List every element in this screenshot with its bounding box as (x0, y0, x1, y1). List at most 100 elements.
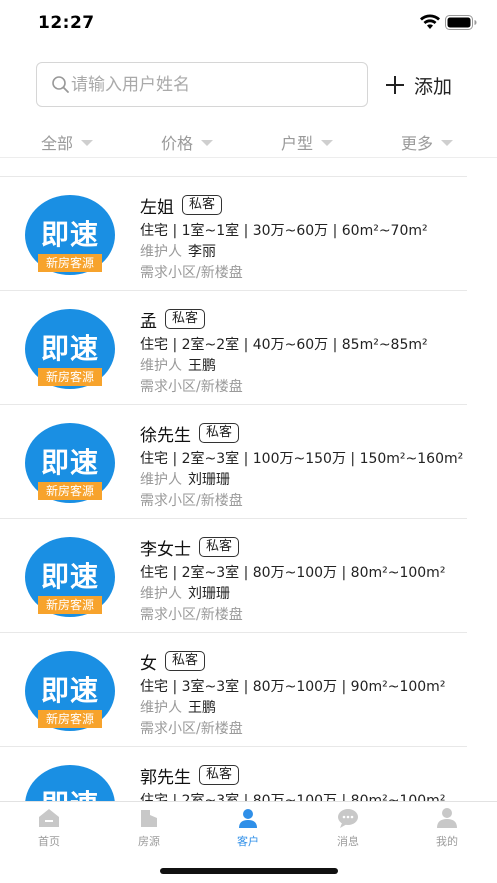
wifi-icon (420, 14, 440, 29)
customer-name: 李女士 (140, 539, 191, 560)
customer-row[interactable]: 即速 新房客源 女 私客 住宅 | 3室~3室 | 80万~100万 | 90m… (0, 633, 497, 747)
logo-text: 即速 (40, 332, 99, 365)
person-icon (239, 809, 257, 828)
caret-down-icon (81, 140, 94, 146)
status-bar: 12:27 (0, 0, 497, 50)
customer-info: 李女士 私客 住宅 | 2室~3室 | 80万~100万 | 80m²~100m… (140, 535, 480, 625)
customer-detail: 住宅 | 1室~1室 | 30万~60万 | 60m²~70m² (140, 223, 428, 239)
private-badge: 私客 (199, 765, 240, 785)
tab-label: 消息 (337, 835, 359, 848)
tab-customers[interactable]: 客户 (218, 806, 278, 849)
jisu-logo: 即速 新房客源 (25, 537, 115, 617)
filter-label: 户型 (281, 134, 314, 153)
demand-text: 需求小区/新楼盘 (140, 379, 243, 395)
filter-all[interactable]: 全部 (41, 130, 94, 154)
customer-info: 左姐 私客 住宅 | 1室~1室 | 30万~60万 | 60m²~70m² 维… (140, 193, 480, 283)
private-badge: 私客 (199, 423, 240, 443)
maintainer-label: 维护人 (140, 700, 182, 716)
customer-info: 孟 私客 住宅 | 2室~2室 | 40万~60万 | 85m²~85m² 维护… (140, 307, 480, 397)
filter-bar: 全部 价格 户型 更多 (0, 122, 497, 158)
home-icon (39, 809, 59, 827)
maintainer-label: 维护人 (140, 472, 182, 488)
filter-label: 更多 (401, 134, 434, 153)
customer-name: 郭先生 (140, 767, 191, 788)
search-icon (52, 76, 69, 93)
customer-info: 女 私客 住宅 | 3室~3室 | 80万~100万 | 90m²~100m² … (140, 649, 480, 739)
caret-down-icon (201, 140, 214, 146)
customer-row[interactable]: 即速 新房客源 李女士 私客 住宅 | 2室~3室 | 80万~100万 | 8… (0, 519, 497, 633)
maintainer-line: 维护人 刘珊珊 (140, 583, 480, 605)
logo-tag: 新房客源 (38, 368, 102, 386)
maintainer-line: 维护人 李丽 (140, 241, 480, 263)
jisu-logo: 即速 新房客源 (25, 195, 115, 275)
building-icon (141, 810, 157, 827)
customer-name: 左姐 (140, 197, 174, 218)
tab-home[interactable]: 首页 (19, 806, 79, 849)
jisu-logo: 即速 新房客源 (25, 309, 115, 389)
plus-icon (386, 76, 404, 94)
logo-text: 即速 (40, 674, 99, 707)
logo-text: 即速 (40, 446, 99, 479)
status-time: 12:27 (38, 13, 95, 33)
logo-tag: 新房客源 (38, 254, 102, 272)
maintainer-name: 刘珊珊 (188, 586, 230, 602)
maintainer-line: 维护人 刘珊珊 (140, 469, 480, 491)
tab-label: 首页 (38, 835, 60, 848)
maintainer-name: 李丽 (188, 244, 216, 260)
tab-messages[interactable]: 消息 (318, 806, 378, 849)
home-indicator (160, 868, 338, 874)
tab-label: 房源 (138, 835, 160, 848)
demand-text: 需求小区/新楼盘 (140, 265, 243, 281)
customer-name: 孟 (140, 311, 157, 332)
caret-down-icon (441, 140, 454, 146)
private-badge: 私客 (199, 537, 240, 557)
tab-label: 我的 (436, 835, 458, 848)
jisu-logo: 即速 新房客源 (25, 423, 115, 503)
private-badge: 私客 (165, 651, 206, 671)
customer-detail: 住宅 | 2室~3室 | 100万~150万 | 150m²~160m² (140, 451, 464, 467)
caret-down-icon (321, 140, 334, 146)
customer-list: 即速 新房客源 左姐 私客 住宅 | 1室~1室 | 30万~60万 | 60m… (0, 177, 497, 861)
customer-detail: 住宅 | 3室~3室 | 80万~100万 | 90m²~100m² (140, 679, 446, 695)
maintainer-name: 刘珊珊 (188, 472, 230, 488)
customer-row[interactable]: 即速 新房客源 孟 私客 住宅 | 2室~2室 | 40万~60万 | 85m²… (0, 291, 497, 405)
demand-text: 需求小区/新楼盘 (140, 721, 243, 737)
tab-listings[interactable]: 房源 (119, 806, 179, 849)
add-button-label: 添加 (414, 75, 453, 98)
jisu-logo: 即速 新房客源 (25, 651, 115, 731)
logo-text: 即速 (40, 560, 99, 593)
maintainer-line: 维护人 王鹏 (140, 697, 480, 719)
maintainer-name: 王鹏 (188, 358, 216, 374)
filter-price[interactable]: 价格 (161, 130, 214, 154)
search-box[interactable] (36, 62, 368, 107)
customer-row[interactable]: 即速 新房客源 左姐 私客 住宅 | 1室~1室 | 30万~60万 | 60m… (0, 177, 497, 291)
filter-label: 价格 (161, 134, 194, 153)
search-input[interactable] (71, 73, 351, 97)
battery-icon (445, 15, 477, 30)
private-badge: 私客 (182, 195, 223, 215)
filter-label: 全部 (41, 134, 74, 153)
customer-info: 徐先生 私客 住宅 | 2室~3室 | 100万~150万 | 150m²~16… (140, 421, 480, 511)
customer-row[interactable]: 即速 新房客源 徐先生 私客 住宅 | 2室~3室 | 100万~150万 | … (0, 405, 497, 519)
chat-bubble-icon (338, 809, 358, 828)
customer-name: 女 (140, 653, 157, 674)
filter-layout[interactable]: 户型 (281, 130, 334, 154)
maintainer-label: 维护人 (140, 358, 182, 374)
demand-text: 需求小区/新楼盘 (140, 607, 243, 623)
maintainer-label: 维护人 (140, 586, 182, 602)
add-button[interactable]: 添加 (384, 68, 452, 102)
filter-more[interactable]: 更多 (401, 130, 454, 154)
maintainer-label: 维护人 (140, 244, 182, 260)
logo-text: 即速 (40, 218, 99, 251)
tab-mine[interactable]: 我的 (417, 806, 477, 849)
profile-icon (437, 808, 457, 828)
tab-label: 客户 (237, 835, 259, 848)
customer-detail: 住宅 | 2室~2室 | 40万~60万 | 85m²~85m² (140, 337, 428, 353)
maintainer-line: 维护人 王鹏 (140, 355, 480, 377)
logo-tag: 新房客源 (38, 596, 102, 614)
logo-tag: 新房客源 (38, 710, 102, 728)
customer-name: 徐先生 (140, 425, 191, 446)
private-badge: 私客 (165, 309, 206, 329)
customer-detail: 住宅 | 2室~3室 | 80万~100万 | 80m²~100m² (140, 565, 446, 581)
logo-tag: 新房客源 (38, 482, 102, 500)
